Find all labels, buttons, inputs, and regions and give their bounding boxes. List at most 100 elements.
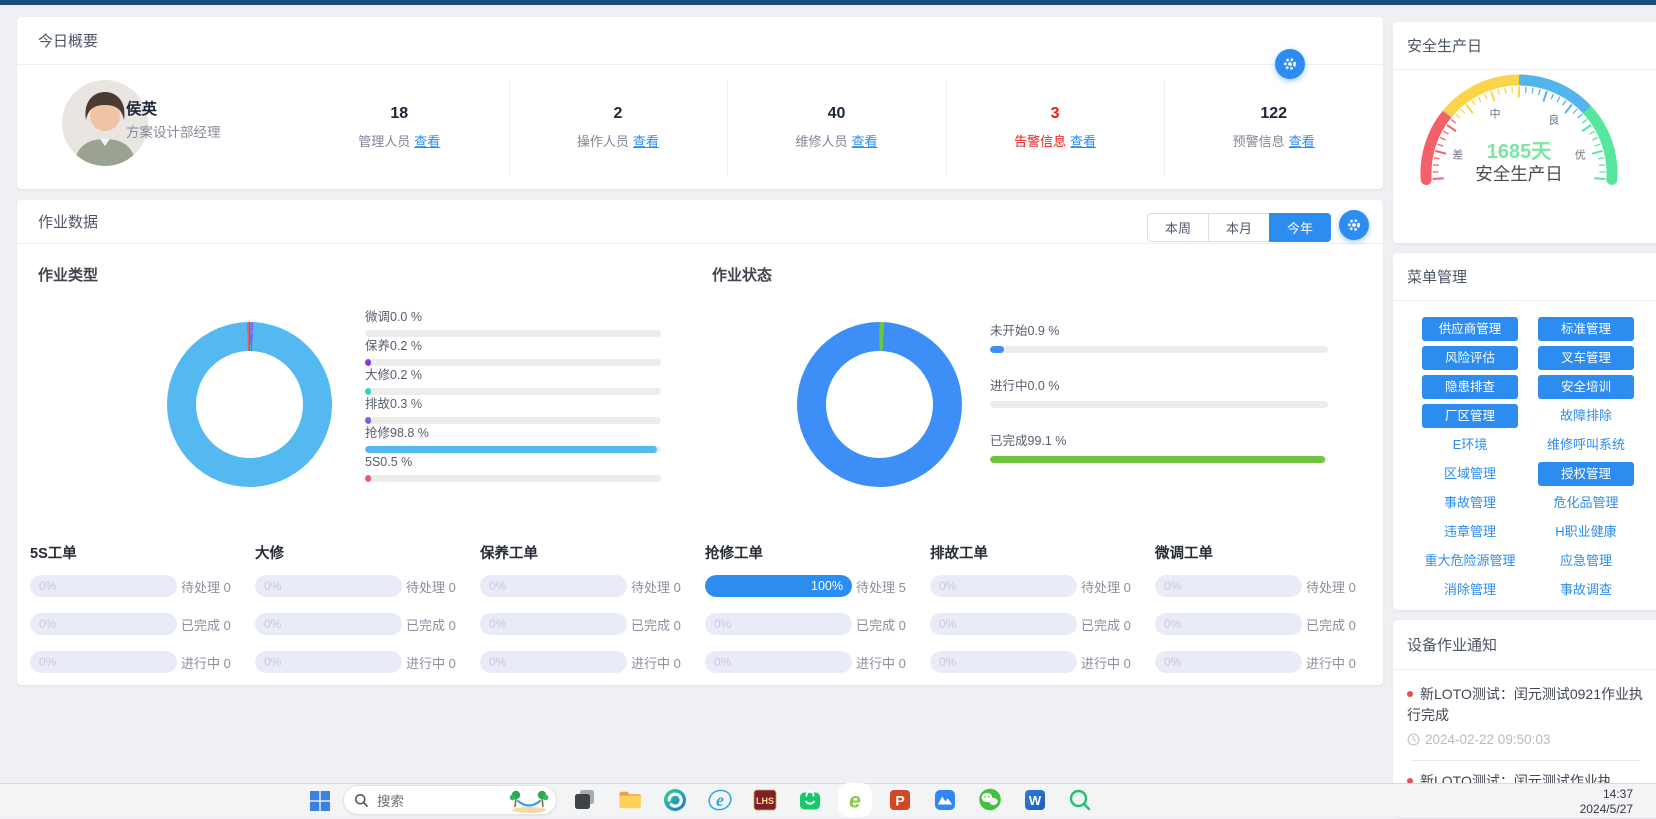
- menu-item[interactable]: 危化品管理: [1553, 491, 1618, 515]
- menu-item[interactable]: 维修呼叫系统: [1547, 433, 1625, 457]
- legend-bar: [990, 346, 1328, 353]
- gauge-tick: [1599, 165, 1605, 166]
- edge-icon[interactable]: [662, 787, 688, 813]
- job-settings-button[interactable]: [1339, 210, 1369, 240]
- task-view-icon[interactable]: [572, 787, 598, 813]
- gauge-tick: [1557, 97, 1560, 102]
- tab-本周[interactable]: 本周: [1147, 213, 1209, 242]
- menu-grid: 供应商管理标准管理风险评估叉车管理隐患排查安全培训厂区管理 故障排除 E环境 维修呼叫…: [1393, 301, 1656, 602]
- work-order-row: 0% 待处理 0: [480, 575, 705, 597]
- work-order-label: 待处理 0: [181, 577, 231, 596]
- taskbar-date: 2024/5/27: [1580, 802, 1633, 817]
- menu-item[interactable]: 安全培训: [1538, 375, 1634, 399]
- menu-item[interactable]: 区域管理: [1444, 462, 1496, 486]
- job-type-donut-chart: [167, 322, 332, 487]
- menu-item[interactable]: H职业健康: [1555, 520, 1616, 544]
- progress-bar: 0%: [255, 651, 402, 673]
- work-order-row: 0% 进行中 0: [255, 651, 480, 673]
- gauge-tick: [1592, 138, 1598, 141]
- work-order-row: 0% 已完成 0: [930, 613, 1155, 635]
- word-icon[interactable]: W: [1022, 787, 1048, 813]
- menu-item[interactable]: 隐患排查: [1422, 375, 1518, 399]
- progress-bar: 0%: [930, 613, 1077, 635]
- gauge-tick: [1598, 158, 1604, 159]
- stat-label: 操作人员: [577, 134, 629, 149]
- work-order-row: 0% 已完成 0: [1155, 613, 1380, 635]
- work-order-label: 待处理 0: [1081, 577, 1131, 596]
- menu-item[interactable]: 重大危险源管理: [1424, 549, 1515, 573]
- taskbar-icons: eLHSePW: [572, 787, 1093, 813]
- gauge-tick: [1565, 105, 1572, 114]
- menu-item[interactable]: 风险评估: [1422, 346, 1518, 370]
- equipment-notice-title: 设备作业通知: [1407, 634, 1497, 655]
- wechat-icon[interactable]: [977, 787, 1003, 813]
- view-link[interactable]: 查看: [633, 134, 659, 149]
- legend-row: 排故0.3 %: [365, 397, 661, 424]
- work-order-summary: 5S工单 0% 待处理 0 0% 已完成 0 0% 进行中 0 大修 0%: [30, 542, 1380, 689]
- gauge-tick: [1539, 89, 1541, 95]
- lhs-icon[interactable]: LHS: [752, 787, 778, 813]
- safety-days-header: 安全生产日: [1393, 22, 1656, 70]
- gauge-tick: [1438, 144, 1444, 146]
- menu-item[interactable]: 厂区管理: [1422, 404, 1518, 428]
- work-order-title: 抢修工单: [705, 542, 930, 563]
- gauge-tick: [1532, 88, 1533, 94]
- overview-settings-button[interactable]: [1275, 49, 1305, 79]
- work-order-group: 微调工单 0% 待处理 0 0% 已完成 0 0% 进行中 0: [1155, 542, 1380, 689]
- stat-block: 3 告警信息查看: [946, 66, 1165, 189]
- work-order-title: 保养工单: [480, 542, 705, 563]
- ie-icon[interactable]: e: [707, 787, 733, 813]
- menu-item[interactable]: 标准管理: [1538, 317, 1634, 341]
- legend-row: 大修0.2 %: [365, 368, 661, 395]
- gauge-tick: [1590, 131, 1595, 134]
- notification-item[interactable]: 新LOTO测试：闰元测试0921作业执行完成: [1407, 684, 1649, 726]
- view-link[interactable]: 查看: [1289, 134, 1315, 149]
- gauge-tick: [1461, 109, 1465, 114]
- work-order-title: 5S工单: [30, 542, 255, 563]
- m-app-icon[interactable]: [932, 787, 958, 813]
- browser-360-icon[interactable]: e: [842, 787, 868, 813]
- work-order-group: 大修 0% 待处理 0 0% 已完成 0 0% 进行中 0: [255, 542, 480, 689]
- menu-item[interactable]: 授权管理: [1538, 462, 1634, 486]
- menu-item[interactable]: 叉车管理: [1538, 346, 1634, 370]
- menu-item[interactable]: E环境: [1453, 433, 1488, 457]
- powerpoint-icon[interactable]: P: [887, 787, 913, 813]
- stat-value: 18: [390, 105, 408, 123]
- stat-value: 122: [1260, 105, 1287, 123]
- menu-item[interactable]: 事故管理: [1444, 491, 1496, 515]
- start-button[interactable]: [307, 788, 333, 814]
- gauge-tick: [1543, 91, 1547, 101]
- gauge-tick: [1595, 144, 1601, 146]
- work-order-label: 进行中 0: [1081, 653, 1131, 672]
- gauge-tick: [1498, 89, 1500, 95]
- menu-item[interactable]: 事故调查: [1560, 578, 1612, 602]
- progress-bar: 0%: [705, 613, 852, 635]
- overview-header: 今日概要: [17, 17, 1383, 65]
- file-explorer-icon[interactable]: [617, 787, 643, 813]
- stat-block: 40 维修人员查看: [727, 66, 946, 189]
- progress-bar: 0%: [1155, 575, 1302, 597]
- menu-item[interactable]: 应急管理: [1560, 549, 1612, 573]
- taskbar-clock[interactable]: 14:37 2024/5/27: [1580, 787, 1633, 816]
- search-tool-icon[interactable]: [1067, 787, 1093, 813]
- top-accent-bar: [0, 0, 1656, 5]
- view-link[interactable]: 查看: [414, 134, 440, 149]
- taskbar-search[interactable]: 搜索: [343, 785, 557, 815]
- work-order-label: 已完成 0: [631, 615, 681, 634]
- work-order-row: 0% 已完成 0: [705, 613, 930, 635]
- progress-bar: 0%: [705, 651, 852, 673]
- menu-item[interactable]: 故障排除: [1560, 404, 1612, 428]
- gauge-tick: [1466, 105, 1473, 114]
- work-order-label: 进行中 0: [1306, 653, 1356, 672]
- view-link[interactable]: 查看: [851, 134, 877, 149]
- gauge-tick: [1563, 100, 1566, 105]
- windows-taskbar: 搜索 eLHSePW 14:37 2024/5/27: [0, 783, 1656, 817]
- menu-item[interactable]: 供应商管理: [1422, 317, 1518, 341]
- menu-item[interactable]: 违章管理: [1444, 520, 1496, 544]
- app-store-icon[interactable]: [797, 787, 823, 813]
- search-icon: [354, 793, 369, 808]
- tab-今年[interactable]: 今年: [1269, 213, 1331, 242]
- menu-item[interactable]: 消除管理: [1444, 578, 1496, 602]
- tab-本月[interactable]: 本月: [1208, 213, 1270, 242]
- view-link[interactable]: 查看: [1070, 134, 1096, 149]
